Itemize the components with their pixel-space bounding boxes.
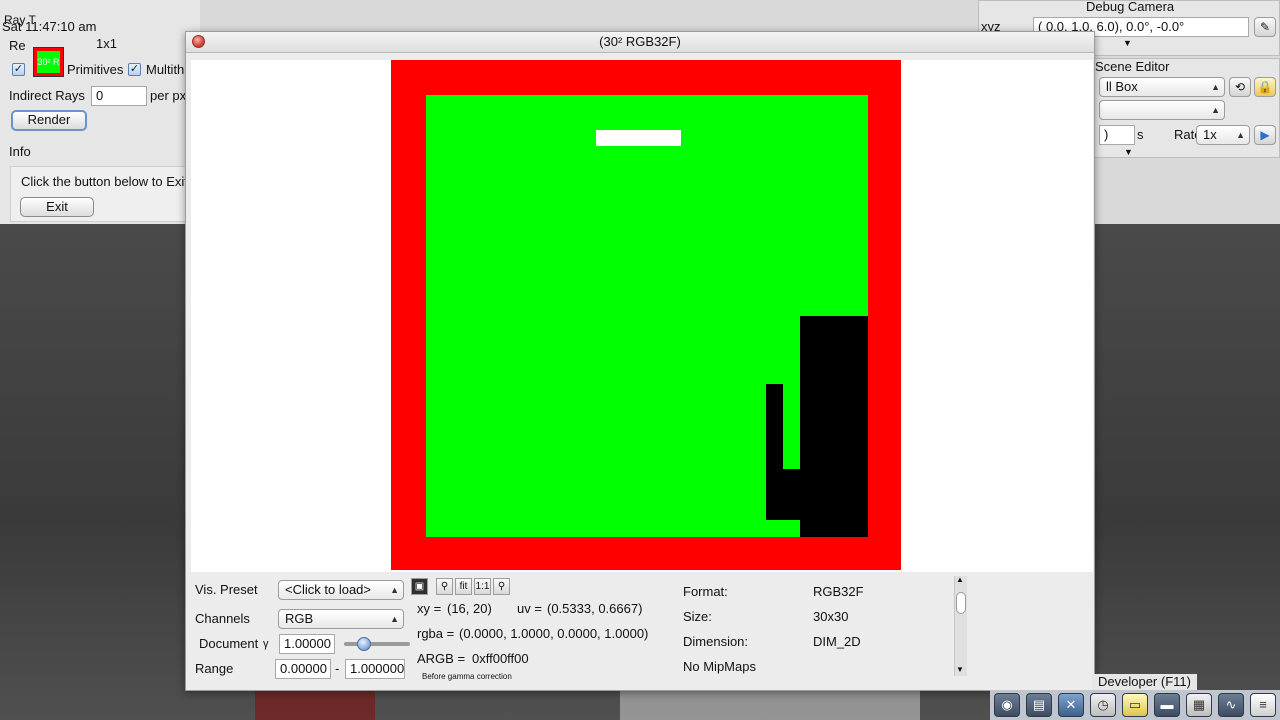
scroll-up-icon[interactable]: ▲	[956, 575, 964, 584]
multithreaded-checkbox[interactable]: ✓	[128, 63, 141, 76]
channels-select[interactable]: RGB ▲	[278, 609, 404, 629]
time-field[interactable]: )	[1099, 125, 1135, 145]
document-label: Document	[199, 636, 259, 651]
size-value: 30x30	[813, 609, 849, 624]
gamma-slider-track[interactable]	[344, 642, 410, 646]
chevron-down-icon[interactable]: ▼	[1124, 147, 1133, 157]
scroll-down-icon[interactable]: ▼	[956, 665, 964, 674]
primitives-label: Primitives	[67, 62, 124, 77]
clapper-icon[interactable]: ▤	[1026, 693, 1052, 717]
uv-value: (0.5333, 0.6667)	[547, 601, 643, 616]
range-label: Range	[195, 661, 234, 676]
gamma-input[interactable]: 1.00000	[279, 634, 335, 654]
texture-viewer-window: (30² RGB32F) Vis. Preset <Click to load>…	[185, 31, 1095, 691]
range-min-input[interactable]: 0.00000	[275, 659, 331, 679]
black-block-bottom	[766, 469, 816, 520]
debug-camera-title: Debug Camera	[1086, 0, 1175, 14]
ray-trace-panel: Ray T Sat 11:47:10 am Re 1x1 ✓ Primitive…	[0, 0, 200, 224]
texture-thumbnail[interactable]: 30² R	[33, 47, 64, 77]
size-label: Size:	[683, 609, 712, 624]
select-arrow-icon: ▲	[1211, 82, 1220, 92]
scene-select[interactable]: ll Box ▲	[1099, 77, 1225, 97]
scene-editor-title: Scene Editor	[1095, 59, 1170, 74]
indirect-rays-input[interactable]: 0	[91, 86, 147, 106]
uv-label: uv =	[517, 601, 542, 616]
texture-canvas[interactable]	[191, 60, 1093, 572]
scene-object	[620, 690, 920, 720]
mipmaps-text: No MipMaps	[683, 659, 756, 674]
checkbox-left[interactable]: ✓	[12, 63, 25, 76]
document-icon[interactable]: ≡	[1250, 693, 1276, 717]
windows-icon[interactable]: ▦	[1186, 693, 1212, 717]
white-bar	[596, 130, 681, 146]
gamma-symbol: γ	[263, 638, 269, 650]
one-to-one-button[interactable]: 1:1	[474, 578, 491, 595]
format-value: RGB32F	[813, 584, 864, 599]
rate-select-value: 1x	[1203, 127, 1217, 142]
vis-preset-value: <Click to load>	[285, 582, 371, 597]
multithreaded-label: Multith	[146, 62, 185, 77]
info-text: Click the button below to Exit	[21, 174, 188, 189]
save-icon[interactable]: ▣	[411, 578, 428, 595]
seconds-unit: s	[1137, 127, 1144, 142]
camera-icon[interactable]: ◉	[994, 693, 1020, 717]
clock: Sat 11:47:10 am	[2, 19, 97, 34]
close-button[interactable]	[192, 35, 205, 48]
scene-object	[255, 688, 375, 720]
fit-button[interactable]: fit	[455, 578, 472, 595]
channels-value: RGB	[285, 611, 314, 626]
format-label: Format:	[683, 584, 728, 599]
rate-select[interactable]: 1x ▲	[1196, 125, 1250, 145]
rgba-value: (0.0000, 1.0000, 0.0000, 1.0000)	[459, 626, 649, 641]
entity-select[interactable]: ▲	[1099, 100, 1225, 120]
argb-value: 0xff00ff00	[472, 651, 529, 666]
viewer-controls: Vis. Preset <Click to load> ▲ ▣ ⚲ fit 1:1…	[186, 574, 1094, 690]
scene-select-value: ll Box	[1106, 79, 1138, 94]
range-dash: -	[335, 661, 340, 676]
indirect-rays-label: Indirect Rays	[9, 88, 85, 103]
resolution-label: Re	[9, 38, 26, 53]
vis-preset-select[interactable]: <Click to load> ▲	[278, 580, 404, 600]
play-icon[interactable]: ▶	[1254, 125, 1276, 145]
thumbnail-label: 30² R	[37, 51, 60, 73]
note-icon[interactable]: ▭	[1122, 693, 1148, 717]
chevron-down-icon[interactable]: ▼	[1123, 38, 1132, 48]
select-arrow-icon: ▲	[1236, 130, 1245, 140]
tool-icon[interactable]: ⚲	[436, 578, 453, 595]
gamma-note: Before gamma correction	[422, 672, 512, 681]
select-arrow-icon: ▲	[390, 614, 399, 624]
render-button[interactable]: Render	[11, 110, 87, 131]
scroll-thumb[interactable]	[956, 592, 966, 614]
select-arrow-icon: ▲	[390, 585, 399, 595]
per-px-label: per px	[150, 88, 187, 103]
range-max-input[interactable]: 1.000000	[345, 659, 405, 679]
developer-label: Developer (F11)	[1092, 674, 1197, 690]
dimension-label: Dimension:	[683, 634, 749, 649]
xy-value: (16, 20)	[447, 601, 492, 616]
reload-icon[interactable]: ⟲	[1229, 77, 1251, 97]
gamma-slider-knob[interactable]	[357, 637, 371, 651]
resolution-field[interactable]: 1x1	[92, 35, 192, 55]
select-arrow-icon: ▲	[1211, 105, 1220, 115]
dimension-value: DIM_2D	[813, 634, 861, 649]
rgba-label: rgba =	[417, 626, 455, 641]
argb-label: ARGB =	[417, 651, 466, 666]
clock-icon[interactable]: ◷	[1090, 693, 1116, 717]
terminal-icon[interactable]: ▬	[1154, 693, 1180, 717]
info-label: Info	[9, 144, 31, 159]
xy-label: xy =	[417, 601, 442, 616]
info-scrollbar[interactable]: ▲ ▼	[954, 575, 967, 676]
pin-icon[interactable]: ⚲	[493, 578, 510, 595]
exit-button[interactable]: Exit	[20, 197, 94, 217]
tools-icon[interactable]: ✕	[1058, 693, 1084, 717]
window-title: (30² RGB32F)	[599, 34, 681, 49]
edit-icon[interactable]: ✎	[1254, 17, 1276, 37]
lock-icon[interactable]: 🔒	[1254, 77, 1276, 97]
profiler-icon[interactable]: ∿	[1218, 693, 1244, 717]
channels-label: Channels	[195, 611, 250, 626]
scene-editor-panel: Scene Editor ll Box ▲ ⟲ 🔒 ▲ ) s Rate 1x ▲ …	[1090, 58, 1280, 158]
vis-preset-label: Vis. Preset	[195, 582, 258, 597]
